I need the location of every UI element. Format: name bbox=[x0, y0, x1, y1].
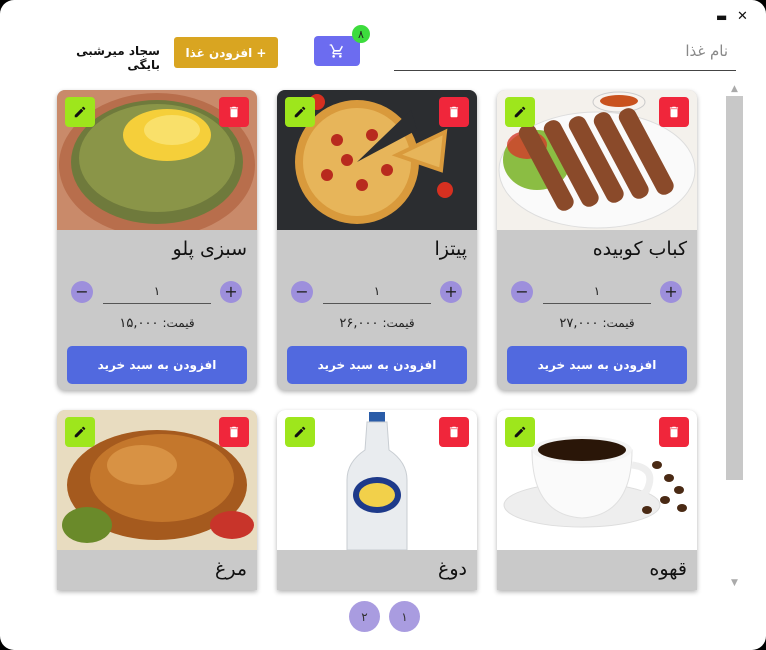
food-name: سبزی پلو bbox=[172, 238, 247, 260]
decrease-quantity-button[interactable]: − bbox=[511, 281, 533, 303]
edit-button[interactable] bbox=[285, 417, 315, 447]
pencil-icon bbox=[294, 426, 306, 438]
trash-icon bbox=[449, 426, 459, 438]
food-name: کباب کوبیده bbox=[592, 238, 687, 260]
add-to-cart-button[interactable]: افزودن به سبد خرید bbox=[507, 346, 687, 384]
quantity-field[interactable]: ۱ bbox=[323, 279, 431, 304]
price-row: قیمت:۲۶,۰۰۰ bbox=[277, 316, 477, 331]
price-value: ۲۶,۰۰۰ bbox=[339, 316, 379, 331]
food-card: مرغ bbox=[57, 410, 257, 590]
food-name: مرغ bbox=[215, 558, 247, 580]
delete-button[interactable] bbox=[439, 417, 469, 447]
food-card: دوغ bbox=[277, 410, 477, 590]
trash-icon bbox=[449, 106, 459, 118]
add-to-cart-button[interactable]: افزودن به سبد خرید bbox=[67, 346, 247, 384]
food-card: سبزی پلو − ۱ + قیمت:۱۵,۰۰۰ افزودن به سبد… bbox=[57, 90, 257, 390]
page-1-button[interactable]: ۱ bbox=[389, 601, 420, 632]
trash-icon bbox=[229, 426, 239, 438]
price-label: قیمت: bbox=[602, 316, 635, 330]
scrollbar[interactable]: ▲ ▼ bbox=[726, 82, 743, 592]
cart-button[interactable] bbox=[314, 36, 360, 66]
edit-button[interactable] bbox=[505, 417, 535, 447]
pencil-icon bbox=[74, 106, 86, 118]
user-name: سجاد میرشبی بایگی bbox=[76, 44, 160, 72]
cart-icon bbox=[329, 44, 343, 58]
search-input[interactable] bbox=[378, 36, 736, 66]
pencil-icon bbox=[514, 426, 526, 438]
edit-button[interactable] bbox=[65, 97, 95, 127]
food-name: پیتزا bbox=[434, 238, 467, 260]
add-to-cart-button[interactable]: افزودن به سبد خرید bbox=[287, 346, 467, 384]
food-card: قهوه bbox=[497, 410, 697, 590]
pencil-icon bbox=[294, 106, 306, 118]
add-food-button[interactable]: + افزودن غذا bbox=[174, 37, 278, 68]
trash-icon bbox=[669, 106, 679, 118]
delete-button[interactable] bbox=[219, 97, 249, 127]
edit-button[interactable] bbox=[505, 97, 535, 127]
price-label: قیمت: bbox=[162, 316, 195, 330]
scrollbar-thumb[interactable] bbox=[726, 96, 743, 480]
increase-quantity-button[interactable]: + bbox=[220, 281, 242, 303]
scroll-down-icon[interactable]: ▼ bbox=[726, 576, 743, 590]
quantity-field[interactable]: ۱ bbox=[543, 279, 651, 304]
edit-button[interactable] bbox=[65, 417, 95, 447]
delete-button[interactable] bbox=[219, 417, 249, 447]
food-name: قهوه bbox=[649, 558, 687, 580]
food-name: دوغ bbox=[438, 558, 467, 580]
increase-quantity-button[interactable]: + bbox=[440, 281, 462, 303]
price-row: قیمت:۲۷,۰۰۰ bbox=[497, 316, 697, 331]
pencil-icon bbox=[74, 426, 86, 438]
delete-button[interactable] bbox=[659, 97, 689, 127]
close-icon[interactable]: ✕ bbox=[737, 10, 748, 24]
trash-icon bbox=[229, 106, 239, 118]
quantity-field[interactable]: ۱ bbox=[103, 279, 211, 304]
price-value: ۱۵,۰۰۰ bbox=[119, 316, 159, 331]
price-row: قیمت:۱۵,۰۰۰ bbox=[57, 316, 257, 331]
trash-icon bbox=[669, 426, 679, 438]
scroll-up-icon[interactable]: ▲ bbox=[726, 82, 743, 96]
search-field bbox=[378, 36, 736, 71]
increase-quantity-button[interactable]: + bbox=[660, 281, 682, 303]
delete-button[interactable] bbox=[439, 97, 469, 127]
price-label: قیمت: bbox=[382, 316, 415, 330]
food-card: کباب کوبیده − ۱ + قیمت:۲۷,۰۰۰ افزودن به … bbox=[497, 90, 697, 390]
price-value: ۲۷,۰۰۰ bbox=[559, 316, 599, 331]
app-window: ▬ ✕ ۸ + افزودن غذا سجاد میرشبی بایگی bbox=[0, 0, 766, 650]
page-2-button[interactable]: ۲ bbox=[349, 601, 380, 632]
edit-button[interactable] bbox=[285, 97, 315, 127]
decrease-quantity-button[interactable]: − bbox=[291, 281, 313, 303]
decrease-quantity-button[interactable]: − bbox=[71, 281, 93, 303]
pencil-icon bbox=[514, 106, 526, 118]
cart-count-badge: ۸ bbox=[352, 25, 370, 43]
food-card: پیتزا − ۱ + قیمت:۲۶,۰۰۰ افزودن به سبد خر… bbox=[277, 90, 477, 390]
delete-button[interactable] bbox=[659, 417, 689, 447]
minimize-icon[interactable]: ▬ bbox=[716, 10, 727, 24]
